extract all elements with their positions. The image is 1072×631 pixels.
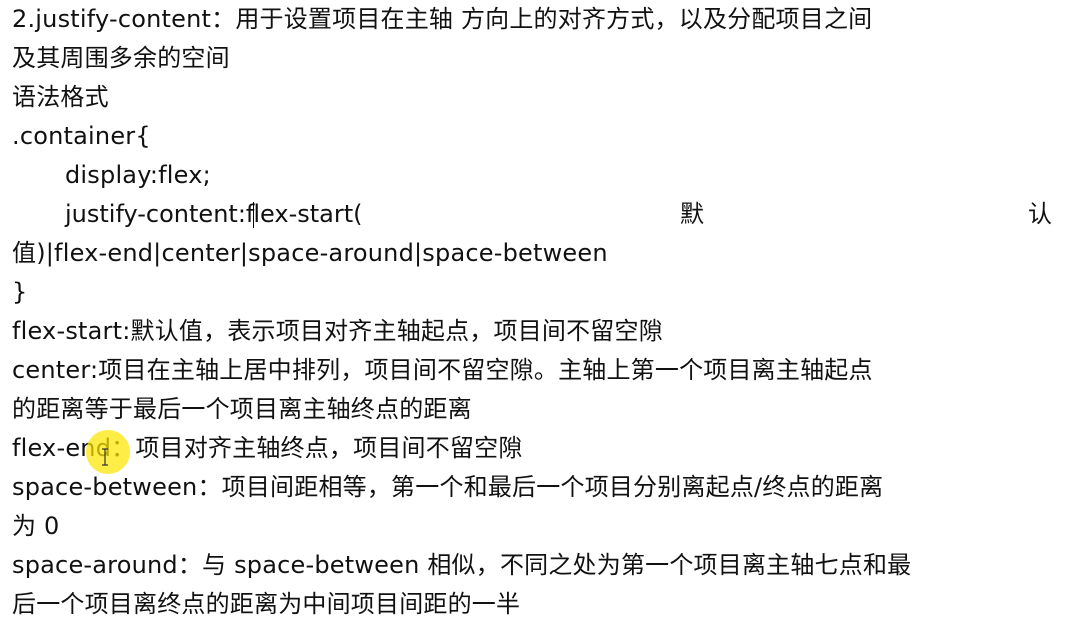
line-container-close: } (12, 278, 28, 306)
justify-value-mid: 默 (680, 200, 704, 228)
line-space-around-desc: space-around：与 space-between 相似，不同之处为第一个… (12, 551, 912, 579)
line-center-desc-cont: 的距离等于最后一个项目离主轴终点的距离 (12, 395, 472, 423)
line-space-around-desc-cont: 后一个项目离终点的距离为中间项目间距的一半 (12, 590, 521, 618)
line-container-open: .container{ (12, 122, 151, 150)
justify-value-end: 认 (1028, 200, 1052, 228)
line-flex-end-desc: flex-end：项目对齐主轴终点，项目间不留空隙 (12, 434, 523, 462)
line-center-desc: center:项目在主轴上居中排列，项目间不留空隙。主轴上第一个项目离主轴起点 (12, 356, 873, 384)
line-space-between-desc: space-between：项目间距相等，第一个和最后一个项目分别离起点/终点的… (12, 473, 884, 501)
line-space-between-desc-cont: 为 0 (12, 512, 60, 540)
line-justify-content-value: justify-content:flex-start( 默 认 (12, 195, 1052, 233)
line-justify-content-title: 2.justify-content：用于设置项目在主轴 方向上的对齐方式，以及分… (12, 5, 873, 33)
line-justify-content-title-cont: 及其周围多余的空间 (12, 44, 230, 72)
line-justify-options: 值)|flex-end|center|space-around|space-be… (12, 239, 608, 267)
line-flex-start-desc: flex-start:默认值，表示项目对齐主轴起点，项目间不留空隙 (12, 317, 663, 345)
justify-value-start: justify-content:flex-start( (65, 200, 363, 228)
line-syntax-heading: 语法格式 (12, 83, 109, 111)
line-display-flex: display:flex; (65, 161, 211, 189)
